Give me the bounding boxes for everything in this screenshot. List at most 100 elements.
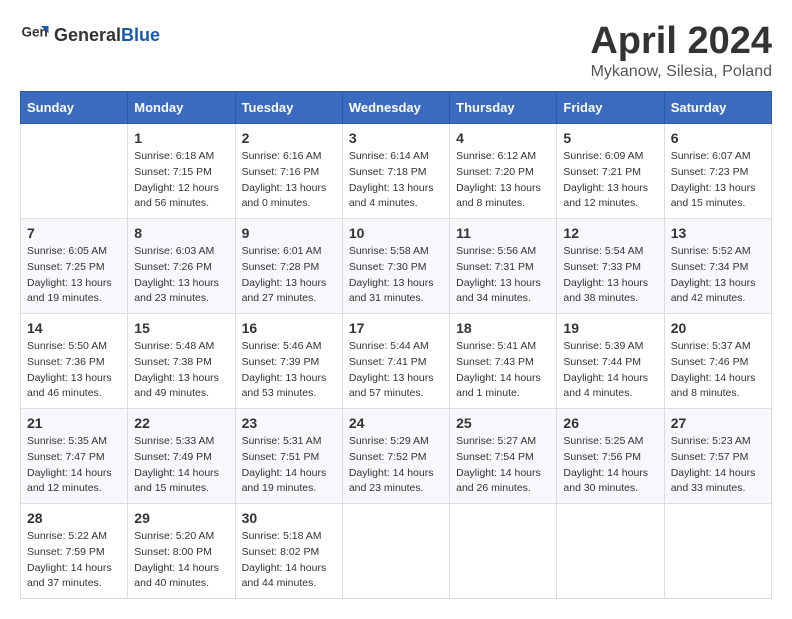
day-cell: 14 Sunrise: 5:50 AM Sunset: 7:36 PM Dayli… xyxy=(21,314,128,409)
day-number: 22 xyxy=(134,415,228,431)
day-info: Sunrise: 6:05 AM Sunset: 7:25 PM Dayligh… xyxy=(27,244,121,307)
day-info: Sunrise: 6:18 AM Sunset: 7:15 PM Dayligh… xyxy=(134,149,228,212)
header: Gen GeneralBlue April 2024 Mykanow, Sile… xyxy=(20,20,772,81)
day-number: 9 xyxy=(242,225,336,241)
day-number: 23 xyxy=(242,415,336,431)
week-row-5: 28 Sunrise: 5:22 AM Sunset: 7:59 PM Dayli… xyxy=(21,504,772,599)
day-info: Sunrise: 6:14 AM Sunset: 7:18 PM Dayligh… xyxy=(349,149,443,212)
title-area: April 2024 Mykanow, Silesia, Poland xyxy=(590,20,772,81)
day-info: Sunrise: 5:27 AM Sunset: 7:54 PM Dayligh… xyxy=(456,434,550,497)
calendar-table: SundayMondayTuesdayWednesdayThursdayFrid… xyxy=(20,91,772,599)
day-info: Sunrise: 5:44 AM Sunset: 7:41 PM Dayligh… xyxy=(349,339,443,402)
day-info: Sunrise: 5:25 AM Sunset: 7:56 PM Dayligh… xyxy=(563,434,657,497)
day-number: 21 xyxy=(27,415,121,431)
day-cell: 18Sunrise: 5:41 AM Sunset: 7:43 PM Dayli… xyxy=(450,314,557,409)
header-cell-wednesday: Wednesday xyxy=(342,92,449,124)
day-info: Sunrise: 5:35 AM Sunset: 7:47 PM Dayligh… xyxy=(27,434,121,497)
day-cell: 9 Sunrise: 6:01 AM Sunset: 7:28 PM Daylig… xyxy=(235,219,342,314)
day-info: Sunrise: 5:58 AM Sunset: 7:30 PM Dayligh… xyxy=(349,244,443,307)
day-number: 10 xyxy=(349,225,443,241)
day-info: Sunrise: 5:22 AM Sunset: 7:59 PM Dayligh… xyxy=(27,529,121,592)
day-cell: 13Sunrise: 5:52 AM Sunset: 7:34 PM Dayli… xyxy=(664,219,771,314)
day-cell: 22 Sunrise: 5:33 AM Sunset: 7:49 PM Dayli… xyxy=(128,409,235,504)
week-row-3: 14 Sunrise: 5:50 AM Sunset: 7:36 PM Dayli… xyxy=(21,314,772,409)
day-cell: 2Sunrise: 6:16 AM Sunset: 7:16 PM Daylig… xyxy=(235,124,342,219)
day-info: Sunrise: 5:37 AM Sunset: 7:46 PM Dayligh… xyxy=(671,339,765,402)
day-info: Sunrise: 5:29 AM Sunset: 7:52 PM Dayligh… xyxy=(349,434,443,497)
day-number: 3 xyxy=(349,130,443,146)
week-row-1: 1 Sunrise: 6:18 AM Sunset: 7:15 PM Daylig… xyxy=(21,124,772,219)
day-number: 14 xyxy=(27,320,121,336)
day-number: 6 xyxy=(671,130,765,146)
day-number: 19 xyxy=(563,320,657,336)
header-cell-friday: Friday xyxy=(557,92,664,124)
logo-icon: Gen xyxy=(20,20,50,50)
day-number: 7 xyxy=(27,225,121,241)
day-cell: 25Sunrise: 5:27 AM Sunset: 7:54 PM Dayli… xyxy=(450,409,557,504)
day-number: 5 xyxy=(563,130,657,146)
day-cell: 16 Sunrise: 5:46 AM Sunset: 7:39 PM Dayli… xyxy=(235,314,342,409)
day-number: 28 xyxy=(27,510,121,526)
day-number: 12 xyxy=(563,225,657,241)
day-cell: 10 Sunrise: 5:58 AM Sunset: 7:30 PM Dayli… xyxy=(342,219,449,314)
logo-blue: Blue xyxy=(121,25,160,45)
day-info: Sunrise: 5:54 AM Sunset: 7:33 PM Dayligh… xyxy=(563,244,657,307)
day-info: Sunrise: 6:01 AM Sunset: 7:28 PM Dayligh… xyxy=(242,244,336,307)
day-cell: 20 Sunrise: 5:37 AM Sunset: 7:46 PM Dayli… xyxy=(664,314,771,409)
day-number: 15 xyxy=(134,320,228,336)
day-info: Sunrise: 5:56 AM Sunset: 7:31 PM Dayligh… xyxy=(456,244,550,307)
day-cell: 19 Sunrise: 5:39 AM Sunset: 7:44 PM Dayli… xyxy=(557,314,664,409)
day-cell xyxy=(342,504,449,599)
header-cell-monday: Monday xyxy=(128,92,235,124)
day-cell: 21 Sunrise: 5:35 AM Sunset: 7:47 PM Dayli… xyxy=(21,409,128,504)
header-cell-tuesday: Tuesday xyxy=(235,92,342,124)
day-cell: 17Sunrise: 5:44 AM Sunset: 7:41 PM Dayli… xyxy=(342,314,449,409)
day-info: Sunrise: 5:31 AM Sunset: 7:51 PM Dayligh… xyxy=(242,434,336,497)
day-number: 18 xyxy=(456,320,550,336)
day-cell xyxy=(21,124,128,219)
day-number: 20 xyxy=(671,320,765,336)
week-row-4: 21 Sunrise: 5:35 AM Sunset: 7:47 PM Dayli… xyxy=(21,409,772,504)
day-cell: 26 Sunrise: 5:25 AM Sunset: 7:56 PM Dayli… xyxy=(557,409,664,504)
day-cell: 11 Sunrise: 5:56 AM Sunset: 7:31 PM Dayli… xyxy=(450,219,557,314)
day-info: Sunrise: 5:33 AM Sunset: 7:49 PM Dayligh… xyxy=(134,434,228,497)
day-number: 11 xyxy=(456,225,550,241)
day-cell: 4 Sunrise: 6:12 AM Sunset: 7:20 PM Daylig… xyxy=(450,124,557,219)
day-number: 16 xyxy=(242,320,336,336)
day-info: Sunrise: 5:52 AM Sunset: 7:34 PM Dayligh… xyxy=(671,244,765,307)
day-info: Sunrise: 5:39 AM Sunset: 7:44 PM Dayligh… xyxy=(563,339,657,402)
day-number: 1 xyxy=(134,130,228,146)
day-cell: 12 Sunrise: 5:54 AM Sunset: 7:33 PM Dayli… xyxy=(557,219,664,314)
day-cell: 29Sunrise: 5:20 AM Sunset: 8:00 PM Dayli… xyxy=(128,504,235,599)
day-number: 2 xyxy=(242,130,336,146)
day-cell: 24 Sunrise: 5:29 AM Sunset: 7:52 PM Dayli… xyxy=(342,409,449,504)
day-number: 24 xyxy=(349,415,443,431)
logo: Gen GeneralBlue xyxy=(20,20,160,50)
day-number: 27 xyxy=(671,415,765,431)
day-info: Sunrise: 6:09 AM Sunset: 7:21 PM Dayligh… xyxy=(563,149,657,212)
day-number: 29 xyxy=(134,510,228,526)
day-info: Sunrise: 5:18 AM Sunset: 8:02 PM Dayligh… xyxy=(242,529,336,592)
header-cell-thursday: Thursday xyxy=(450,92,557,124)
day-info: Sunrise: 5:46 AM Sunset: 7:39 PM Dayligh… xyxy=(242,339,336,402)
day-number: 26 xyxy=(563,415,657,431)
day-cell: 30 Sunrise: 5:18 AM Sunset: 8:02 PM Dayli… xyxy=(235,504,342,599)
day-number: 30 xyxy=(242,510,336,526)
day-cell: 1 Sunrise: 6:18 AM Sunset: 7:15 PM Daylig… xyxy=(128,124,235,219)
day-number: 8 xyxy=(134,225,228,241)
day-number: 4 xyxy=(456,130,550,146)
day-cell: 8Sunrise: 6:03 AM Sunset: 7:26 PM Daylig… xyxy=(128,219,235,314)
day-cell xyxy=(664,504,771,599)
header-row: SundayMondayTuesdayWednesdayThursdayFrid… xyxy=(21,92,772,124)
day-cell: 28 Sunrise: 5:22 AM Sunset: 7:59 PM Dayli… xyxy=(21,504,128,599)
day-cell xyxy=(450,504,557,599)
logo-general: General xyxy=(54,25,121,45)
header-cell-saturday: Saturday xyxy=(664,92,771,124)
location-subtitle: Mykanow, Silesia, Poland xyxy=(590,63,772,81)
day-info: Sunrise: 6:07 AM Sunset: 7:23 PM Dayligh… xyxy=(671,149,765,212)
day-info: Sunrise: 6:12 AM Sunset: 7:20 PM Dayligh… xyxy=(456,149,550,212)
day-cell xyxy=(557,504,664,599)
day-info: Sunrise: 5:48 AM Sunset: 7:38 PM Dayligh… xyxy=(134,339,228,402)
day-info: Sunrise: 5:50 AM Sunset: 7:36 PM Dayligh… xyxy=(27,339,121,402)
week-row-2: 7 Sunrise: 6:05 AM Sunset: 7:25 PM Daylig… xyxy=(21,219,772,314)
